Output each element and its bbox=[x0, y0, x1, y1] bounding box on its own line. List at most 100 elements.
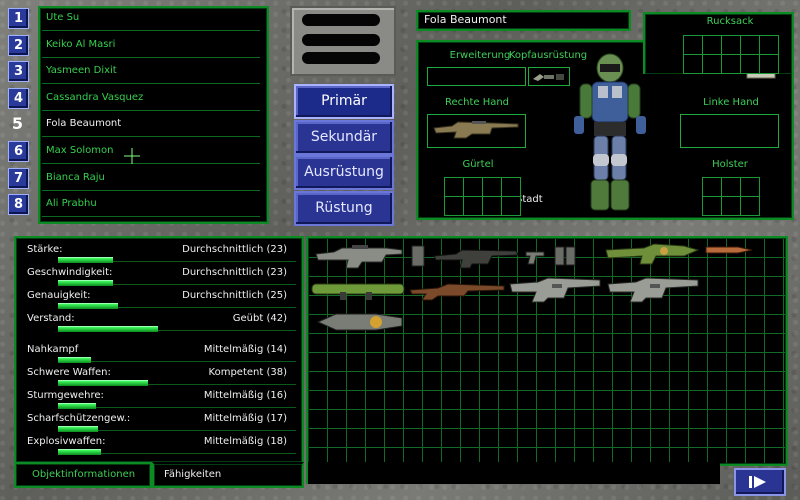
holster-cell[interactable] bbox=[740, 196, 760, 216]
ammo-box-icon[interactable] bbox=[552, 244, 578, 268]
top-slot-1[interactable] bbox=[302, 14, 380, 26]
stat-level-bar bbox=[58, 257, 113, 263]
skill-label: Explosivwaffen: bbox=[27, 436, 106, 447]
belt-cell[interactable] bbox=[482, 177, 502, 197]
heavy-gun-icon[interactable] bbox=[508, 274, 604, 306]
squad-member-name[interactable]: Cassandra Vasquez bbox=[46, 92, 143, 103]
flamethrower-icon[interactable] bbox=[316, 306, 406, 338]
holster-cell[interactable] bbox=[721, 196, 741, 216]
squad-member-name[interactable]: Bianca Raju bbox=[46, 172, 105, 183]
squad-member-name[interactable]: Keiko Al Masri bbox=[46, 39, 115, 50]
stat-value: Durchschnittlich (25) bbox=[182, 290, 287, 301]
green-launcher-icon[interactable] bbox=[604, 240, 700, 270]
squad-number-5[interactable]: 5 bbox=[8, 114, 27, 133]
dark-rifle-icon[interactable] bbox=[432, 242, 520, 270]
squad-divider bbox=[42, 83, 260, 85]
holster-cell[interactable] bbox=[702, 196, 722, 216]
skill-level-bar bbox=[58, 380, 148, 386]
ammo-clip-icon[interactable] bbox=[408, 244, 428, 268]
heavy-gun-icon[interactable] bbox=[606, 274, 702, 306]
squad-number-2[interactable]: 2 bbox=[8, 34, 29, 56]
tab-skills[interactable]: Fähigkeiten bbox=[152, 462, 304, 488]
green-rocket-launcher-icon[interactable] bbox=[310, 276, 406, 302]
squad-member-name[interactable]: Fola Beaumont bbox=[46, 118, 121, 129]
extension-slot[interactable] bbox=[427, 67, 526, 86]
character-name: Fola Beaumont bbox=[424, 13, 507, 26]
tab-primary[interactable]: Primär bbox=[294, 84, 394, 119]
skill-value: Kompetent (38) bbox=[208, 367, 287, 378]
squad-number-7[interactable]: 7 bbox=[8, 167, 29, 189]
belt-cell[interactable] bbox=[463, 177, 483, 197]
tab-secondary[interactable]: Sekundär bbox=[294, 120, 394, 155]
skill-level-bar bbox=[58, 357, 91, 363]
backpack-cell[interactable] bbox=[721, 54, 741, 74]
backpack-cell[interactable] bbox=[702, 54, 722, 74]
stat-value: Durchschnittlich (23) bbox=[182, 267, 287, 278]
backpack-cell[interactable] bbox=[721, 35, 741, 55]
squad-member-name[interactable]: Ute Su bbox=[46, 12, 79, 23]
squad-divider bbox=[42, 136, 260, 138]
skill-value: Mittelmäßig (18) bbox=[203, 436, 287, 447]
backpack-cell[interactable] bbox=[740, 35, 760, 55]
top-slot-2[interactable] bbox=[302, 34, 380, 46]
belt-cell[interactable] bbox=[444, 196, 464, 216]
skill-level-bar bbox=[58, 449, 101, 455]
squad-divider bbox=[42, 109, 260, 111]
squad-number-4[interactable]: 4 bbox=[8, 87, 29, 109]
backpack-cell[interactable] bbox=[683, 35, 703, 55]
stat-level-bar bbox=[58, 280, 113, 286]
squad-divider bbox=[42, 56, 260, 58]
stat-level-bar bbox=[58, 303, 118, 309]
backpack-cell[interactable] bbox=[683, 54, 703, 74]
holster-label: Holster bbox=[712, 159, 748, 170]
belt-cell[interactable] bbox=[501, 196, 521, 216]
skill-level-bar bbox=[58, 403, 96, 409]
character-name-bar: Fola Beaumont bbox=[416, 10, 631, 31]
tab-equipment[interactable]: Ausrüstung bbox=[294, 155, 394, 190]
belt-cell[interactable] bbox=[482, 196, 502, 216]
skill-label: Sturmgewehre: bbox=[27, 390, 104, 401]
stat-label: Geschwindigkeit: bbox=[27, 267, 113, 278]
holster-cell[interactable] bbox=[721, 177, 741, 197]
left-hand-slot[interactable] bbox=[680, 114, 779, 148]
soldier-figure bbox=[560, 46, 660, 218]
brown-sniper-rifle-icon[interactable] bbox=[408, 278, 506, 302]
backpack-label: Rucksack bbox=[706, 16, 754, 27]
stat-level-bar bbox=[58, 326, 158, 332]
holster-cell[interactable] bbox=[740, 177, 760, 197]
tab-armor[interactable]: Rüstung bbox=[294, 191, 394, 226]
crosshair-cursor-icon bbox=[124, 148, 140, 164]
squad-member-name[interactable]: Yasmeen Dixit bbox=[46, 65, 117, 76]
right-hand-label: Rechte Hand bbox=[444, 97, 510, 108]
squad-member-name[interactable]: Max Solomon bbox=[46, 145, 113, 156]
backpack-cell[interactable] bbox=[702, 35, 722, 55]
play-next-icon bbox=[749, 476, 766, 488]
squad-number-8[interactable]: 8 bbox=[8, 194, 29, 216]
backpack-cell[interactable] bbox=[759, 35, 779, 55]
top-slot-3[interactable] bbox=[302, 52, 380, 64]
tab-skills-label: Fähigkeiten bbox=[164, 469, 222, 480]
next-button[interactable] bbox=[734, 468, 786, 496]
skill-label: Schwere Waffen: bbox=[27, 367, 111, 378]
squad-divider bbox=[42, 216, 260, 218]
right-hand-weapon-icon[interactable] bbox=[432, 118, 520, 142]
stat-label: Stärke: bbox=[27, 244, 63, 255]
squad-number-1[interactable]: 1 bbox=[8, 8, 29, 29]
belt-cell[interactable] bbox=[501, 177, 521, 197]
belt-cell[interactable] bbox=[444, 177, 464, 197]
squad-member-name[interactable]: Ali Prabhu bbox=[46, 198, 97, 209]
squad-number-6[interactable]: 6 bbox=[8, 141, 29, 162]
skill-level-bar bbox=[58, 426, 98, 432]
backpack-cell[interactable] bbox=[740, 54, 760, 74]
holster-cell[interactable] bbox=[702, 177, 722, 197]
tab-object-info[interactable]: Objektinformationen bbox=[14, 462, 152, 488]
backpack-cell[interactable] bbox=[759, 54, 779, 74]
squad-divider bbox=[42, 30, 260, 31]
shell-icon[interactable] bbox=[704, 242, 756, 258]
grey-assault-rifle-icon[interactable] bbox=[312, 242, 404, 272]
belt-cell[interactable] bbox=[463, 196, 483, 216]
tab-object-info-label: Objektinformationen bbox=[32, 469, 136, 480]
small-pistol-icon[interactable] bbox=[524, 246, 548, 268]
belt-label: Gürtel bbox=[462, 159, 494, 170]
squad-number-3[interactable]: 3 bbox=[8, 61, 29, 83]
